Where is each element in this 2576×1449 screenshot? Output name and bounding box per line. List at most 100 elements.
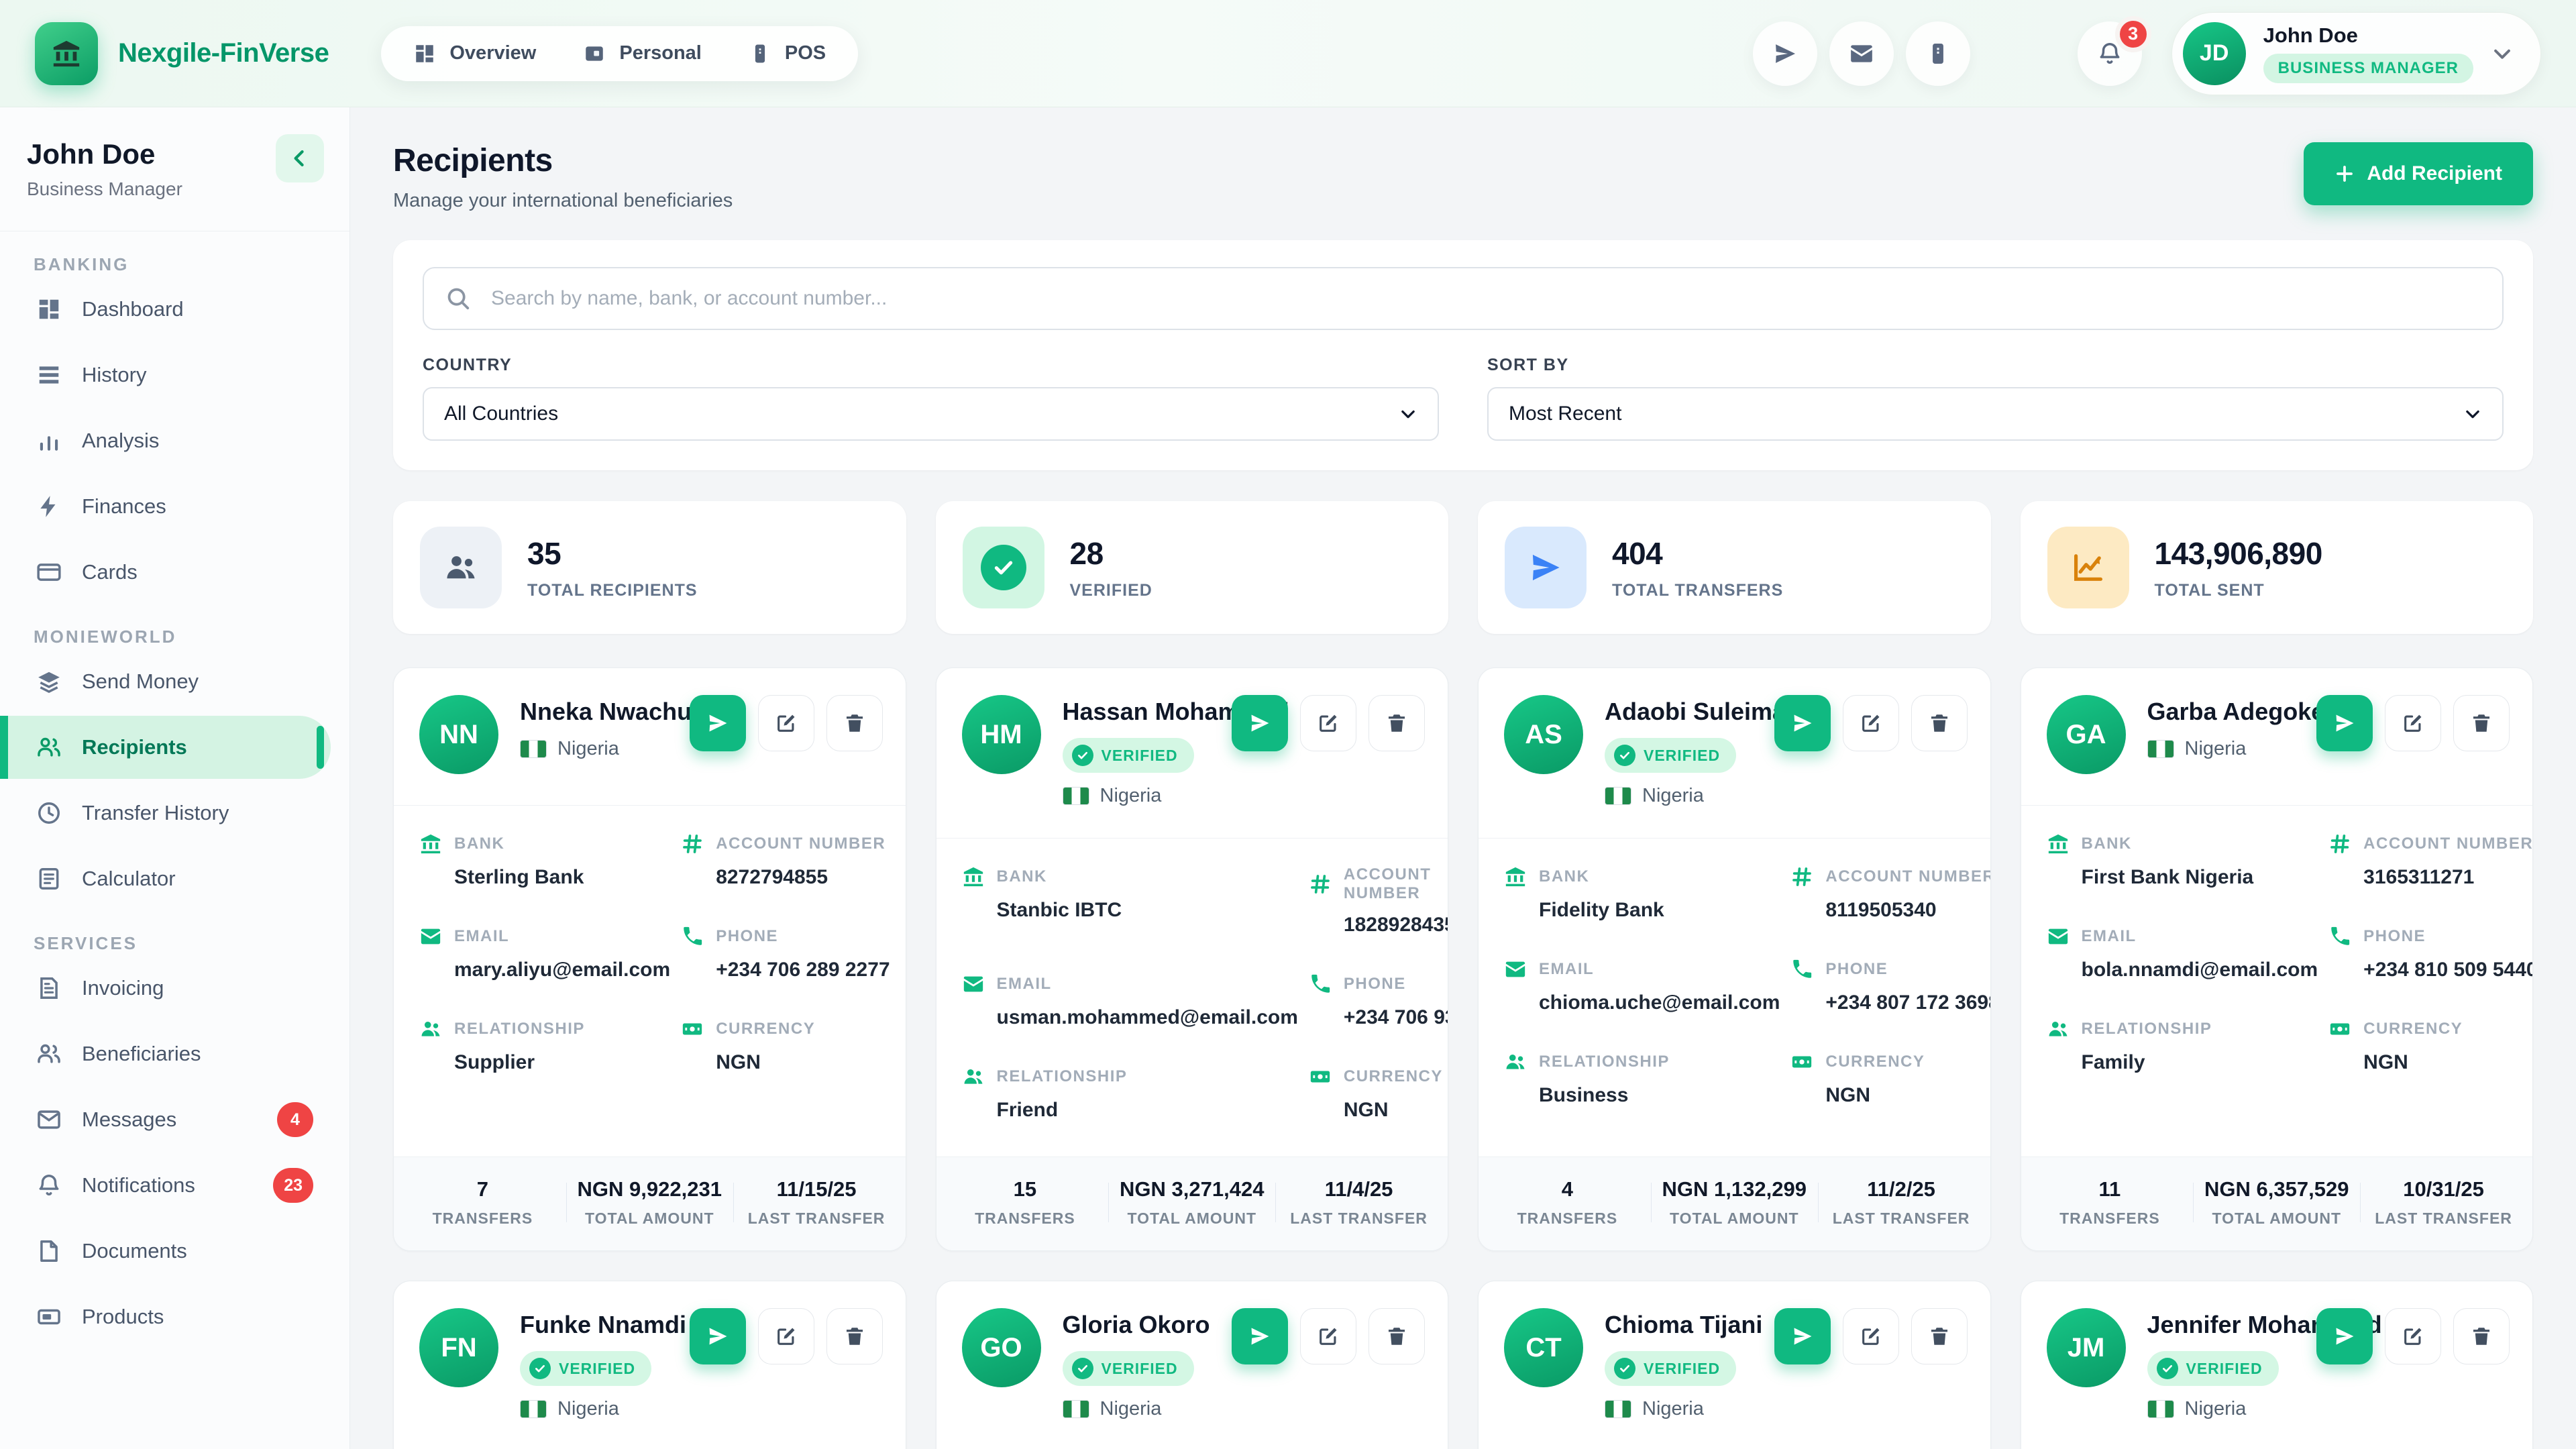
recipient-info: Adaobi Suleiman VERIFIED Nigeria [1605,695,1753,807]
sort-filter: SORT BY Most Recent [1487,356,2504,441]
edit-button[interactable] [758,695,814,751]
field-relationship: RELATIONSHIP Business [1504,1051,1780,1107]
sort-select[interactable]: Most Recent [1487,387,2504,441]
sidebar-item-messages[interactable]: Messages 4 [27,1088,327,1151]
field-account: ACCOUNT NUMBER 1828928435 [1309,865,1448,936]
email-icon [2047,925,2070,948]
sidebar-item-products[interactable]: Products [27,1285,327,1348]
sidebar-item-recipients[interactable]: Recipients [0,716,331,779]
delete-button[interactable] [2453,695,2510,751]
delete-button[interactable] [2453,1308,2510,1364]
sidebar-collapse-button[interactable] [276,134,324,182]
search-icon [445,286,471,311]
section-services: SERVICES [27,933,327,954]
delete-button[interactable] [1368,1308,1425,1364]
country-select[interactable]: All Countries [423,387,1439,441]
avatar: AS [1504,695,1583,774]
edit-button[interactable] [1300,1308,1356,1364]
send-money-button[interactable] [1232,1308,1288,1364]
hash-icon [1309,873,1332,896]
delete-button[interactable] [826,695,883,751]
phone-icon [1309,973,1332,996]
send-money-button[interactable] [690,695,746,751]
sidebar-item-invoicing[interactable]: Invoicing [27,957,327,1020]
tab-pos[interactable]: POS [749,42,826,65]
field-label: BANK [2082,835,2132,853]
sidebar-item-calculator[interactable]: Calculator [27,847,327,910]
bar-chart-icon [36,428,62,453]
send-money-button[interactable] [1774,1308,1831,1364]
edit-button[interactable] [2385,695,2441,751]
last-transfer-stat: 10/31/25 LAST TRANSFER [2360,1177,2527,1228]
page-subtitle: Manage your international beneficiaries [393,190,733,212]
send-money-button[interactable] [1232,695,1288,751]
brand-name: Nexgile-FinVerse [118,38,329,68]
sort-label: SORT BY [1487,356,2504,375]
field-label: EMAIL [454,927,509,946]
stat-value: NGN 6,357,529 [2197,1177,2356,1201]
sidebar-item-finances[interactable]: Finances [27,475,327,538]
field-bank: BANK Fidelity Bank [1504,865,1780,922]
sidebar-item-send-money[interactable]: Send Money [27,650,327,713]
stat-label: TOTAL AMOUNT [570,1210,729,1228]
sidebar-item-beneficiaries[interactable]: Beneficiaries [27,1022,327,1085]
field-label: RELATIONSHIP [2082,1020,2212,1038]
field-label: RELATIONSHIP [1539,1053,1670,1071]
sidebar-item-cards[interactable]: Cards [27,541,327,604]
sidebar-item-label: Calculator [82,867,176,891]
sidebar-item-analysis[interactable]: Analysis [27,409,327,472]
users-icon [36,1041,62,1067]
send-money-button[interactable] [2316,695,2373,751]
recipients-grid: NN Nneka Nwachukwu Nigeria BANK [393,667,2533,1449]
search-input[interactable] [423,267,2504,330]
bank-icon [962,865,985,888]
sidebar-item-notifications[interactable]: Notifications 23 [27,1154,327,1217]
user-role-badge: BUSINESS MANAGER [2263,54,2473,83]
sidebar: John Doe Business Manager BANKING Dashbo… [0,107,350,1449]
edit-button[interactable] [758,1308,814,1364]
phone-value: +234 706 289 2277 [716,959,890,981]
edit-button[interactable] [2385,1308,2441,1364]
field-label: EMAIL [1539,960,1594,979]
recipient-card: JM Jennifer Mohammed VERIFIED Nigeria [2021,1281,2534,1449]
nigeria-flag-icon [2147,1400,2174,1418]
account-value: 3165311271 [2363,866,2533,889]
edit-button[interactable] [1300,695,1356,751]
sidebar-item-history[interactable]: History [27,343,327,407]
sidebar-item-documents[interactable]: Documents [27,1220,327,1283]
mail-quick-button[interactable] [1829,21,1894,86]
filter-panel: COUNTRY All Countries SORT BY Most Recen… [393,240,2533,470]
check-icon [2157,1358,2178,1379]
send-quick-button[interactable] [1753,21,1817,86]
send-money-button[interactable] [2316,1308,2373,1364]
add-recipient-button[interactable]: Add Recipient [2304,142,2533,205]
recipient-country: Nigeria [2147,1398,2296,1420]
mobile-quick-button[interactable] [1906,21,1970,86]
stat-text: 143,906,890 TOTAL SENT [2155,535,2322,600]
stat-label: TOTAL RECIPIENTS [527,581,698,600]
delete-button[interactable] [1911,695,1968,751]
send-money-button[interactable] [1774,695,1831,751]
user-menu[interactable]: JD John Doe BUSINESS MANAGER [2171,12,2541,95]
tab-personal[interactable]: Personal [583,42,702,65]
sidebar-item-label: Documents [82,1239,187,1263]
edit-button[interactable] [1843,695,1899,751]
relationship-icon [2047,1018,2070,1040]
recipient-info: Garba Adegoke Nigeria [2147,695,2296,774]
delete-button[interactable] [826,1308,883,1364]
country-label: Nigeria [557,738,619,760]
section-banking: BANKING [27,254,327,275]
edit-button[interactable] [1843,1308,1899,1364]
delete-button[interactable] [1911,1308,1968,1364]
users-icon [36,735,62,760]
notifications-button[interactable]: 3 [2078,21,2142,86]
sidebar-item-dashboard[interactable]: Dashboard [27,278,327,341]
tab-overview[interactable]: Overview [413,42,536,65]
send-money-button[interactable] [690,1308,746,1364]
field-label: ACCOUNT NUMBER [1825,867,1990,886]
delete-button[interactable] [1368,695,1425,751]
bank-value: Stanbic IBTC [997,899,1298,922]
sidebar-item-transfer-history[interactable]: Transfer History [27,782,327,845]
nigeria-flag-icon [520,1400,547,1418]
bell-icon [36,1173,62,1198]
